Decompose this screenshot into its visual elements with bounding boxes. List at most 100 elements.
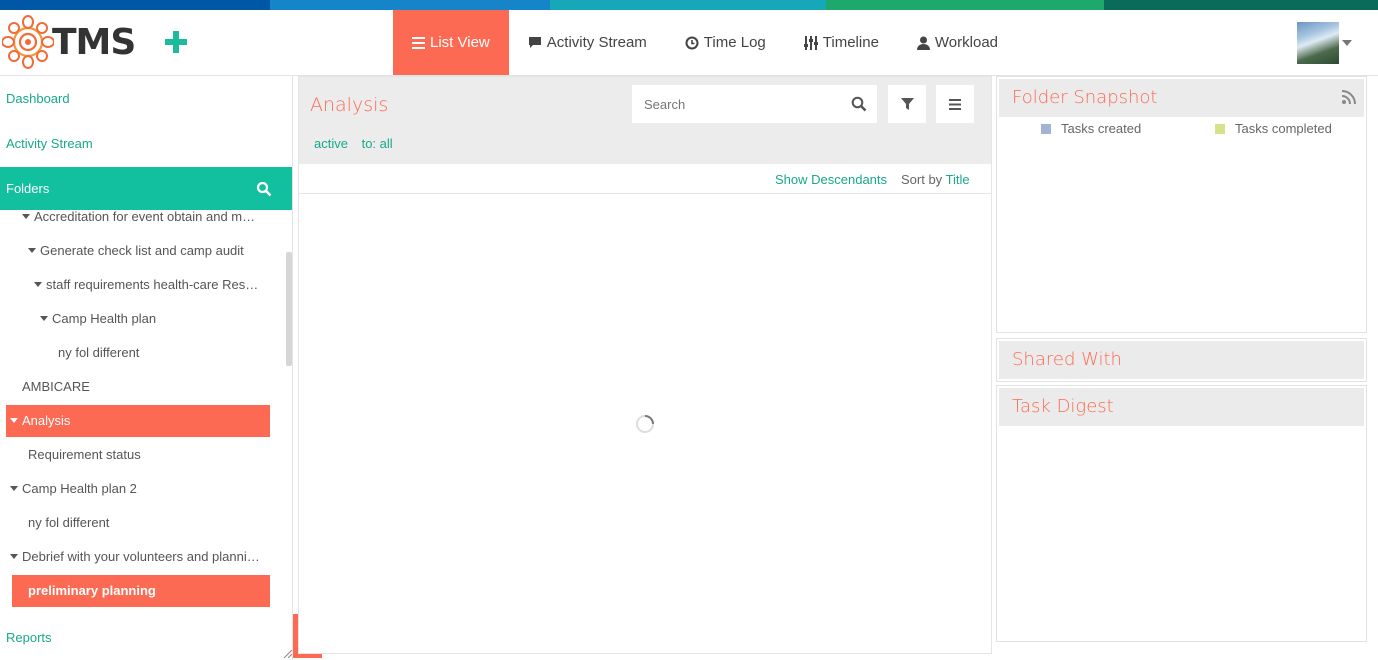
main-nav: List View Activity Stream Time Log Timel… <box>393 10 1017 75</box>
caret-down-icon <box>10 418 18 424</box>
app-logo[interactable]: TMS <box>2 12 142 72</box>
legend-label: Tasks created <box>1061 121 1142 136</box>
sidebar-scrollbar[interactable] <box>286 252 292 366</box>
folders-label: Folders <box>6 181 50 196</box>
folder-tree-item[interactable]: Debrief with your volunteers and planni… <box>10 541 268 573</box>
folder-tree-item[interactable]: Requirement status <box>28 439 268 471</box>
stripe-segment <box>0 0 270 10</box>
folder-tree-item[interactable]: Camp Health plan 2 <box>10 473 268 505</box>
folder-tree-item[interactable]: Accreditation for event obtain and m… <box>22 210 267 233</box>
sort-by-label: Sort by <box>901 172 943 187</box>
nav-label: List View <box>430 34 490 51</box>
clock-icon <box>685 36 699 50</box>
list-icon <box>412 36 425 49</box>
folder-label: preliminary planning <box>28 583 156 598</box>
panel-title: Folder Snapshot <box>1012 87 1158 108</box>
task-list-panel: Analysis active to: all Show Descendants… <box>298 76 992 654</box>
caret-down-icon <box>40 316 48 322</box>
caret-down-icon <box>10 554 18 560</box>
top-color-stripe <box>0 0 1378 10</box>
filter-tag-active[interactable]: active <box>314 136 348 151</box>
legend-label: Tasks completed <box>1235 121 1332 136</box>
sidebar-dashboard-link[interactable]: Dashboard <box>6 91 70 106</box>
legend-swatch <box>1215 123 1225 134</box>
stripe-segment <box>550 0 826 10</box>
folder-tree-item[interactable]: staff requirements health-care Res… <box>34 269 266 301</box>
panel-header: Folder Snapshot <box>999 79 1364 117</box>
nav-list-view[interactable]: List View <box>393 10 509 75</box>
folder-tree-item[interactable]: ny fol different <box>58 337 266 369</box>
filter-icon <box>900 97 914 110</box>
legend-swatch <box>1041 123 1051 134</box>
logo-text: TMS <box>52 21 136 63</box>
nav-activity-stream[interactable]: Activity Stream <box>509 10 666 75</box>
rss-icon[interactable] <box>1342 90 1356 104</box>
folders-header: Folders <box>0 167 292 210</box>
search-icon[interactable] <box>851 96 867 112</box>
caret-down-icon <box>10 486 18 492</box>
folder-label: Debrief with your volunteers and planni… <box>22 549 260 564</box>
hamburger-icon <box>949 98 961 110</box>
folder-label: ny fol different <box>58 345 140 360</box>
logo-sun-icon <box>2 15 54 69</box>
folder-label: ny fol different <box>28 515 110 530</box>
panel-header: Task Digest <box>999 388 1364 426</box>
folder-tree-item-selected[interactable]: Analysis <box>6 405 270 437</box>
show-descendants-link[interactable]: Show Descendants <box>775 172 887 187</box>
sidebar-activity-stream-link[interactable]: Activity Stream <box>6 136 93 151</box>
plus-icon <box>165 31 187 53</box>
user-icon <box>916 36 930 50</box>
sliders-icon <box>803 35 818 50</box>
loading-spinner-icon <box>636 415 654 433</box>
shared-with-panel: Shared With <box>996 338 1367 382</box>
active-filters: active to: all <box>314 136 403 151</box>
menu-button[interactable] <box>936 85 974 123</box>
task-list-header: Analysis active to: all <box>299 77 991 164</box>
nav-label: Time Log <box>703 34 766 51</box>
sidebar-reports-link[interactable]: Reports <box>6 630 52 645</box>
user-avatar[interactable] <box>1297 22 1339 64</box>
stripe-segment <box>1104 0 1378 10</box>
search-icon[interactable] <box>256 181 272 197</box>
nav-time-log[interactable]: Time Log <box>666 10 785 75</box>
panel-title: Shared With <box>1012 349 1122 370</box>
folder-tree-item[interactable]: AMBICARE <box>22 371 268 403</box>
resize-grip-icon[interactable] <box>282 648 292 658</box>
folder-tree-item[interactable]: ny fol different <box>28 507 268 539</box>
caret-down-icon <box>34 282 42 288</box>
filter-button[interactable] <box>888 85 926 123</box>
folder-tree-item[interactable]: Generate check list and camp audit <box>28 235 268 267</box>
right-panel: Folder Snapshot Tasks created Tasks comp… <box>996 76 1368 654</box>
search-input[interactable] <box>632 85 877 123</box>
task-digest-panel: Task Digest <box>996 385 1367 642</box>
folder-label: Camp Health plan <box>52 311 157 326</box>
caret-down-icon <box>22 214 30 220</box>
folder-label: staff requirements health-care Res… <box>46 277 259 292</box>
add-button[interactable] <box>160 24 192 60</box>
folder-label: Requirement status <box>28 447 141 462</box>
sort-by: Sort by Title <box>901 172 970 187</box>
panel-header: Shared With <box>999 341 1364 379</box>
nav-label: Activity Stream <box>546 34 647 51</box>
filter-tag-assignee[interactable]: to: all <box>362 136 393 151</box>
folder-label: Generate check list and camp audit <box>40 243 244 258</box>
folder-tree-item-selected[interactable]: preliminary planning <box>12 575 270 607</box>
nav-workload[interactable]: Workload <box>898 10 1017 75</box>
folder-tree-item[interactable]: Camp Health plan <box>40 303 266 335</box>
caret-down-icon <box>28 248 36 254</box>
folder-snapshot-panel: Folder Snapshot Tasks created Tasks comp… <box>996 76 1367 333</box>
nav-label: Workload <box>934 34 999 51</box>
stripe-segment <box>826 0 1104 10</box>
stripe-segment <box>270 0 550 10</box>
top-header: TMS List View Activity Stream Time Log T… <box>0 10 1378 76</box>
folder-label: AMBICARE <box>22 379 90 394</box>
chevron-down-icon[interactable] <box>1342 40 1352 46</box>
folder-tree: Accreditation for event obtain and m… Ge… <box>0 210 284 615</box>
nav-label: Timeline <box>822 34 879 51</box>
left-sidebar: Dashboard Activity Stream Folders Accred… <box>0 76 293 660</box>
comment-icon <box>528 36 542 49</box>
nav-timeline[interactable]: Timeline <box>785 10 898 75</box>
panel-title: Task Digest <box>1012 396 1114 417</box>
folder-label: Accreditation for event obtain and m… <box>34 210 256 224</box>
sort-by-value[interactable]: Title <box>946 172 970 187</box>
